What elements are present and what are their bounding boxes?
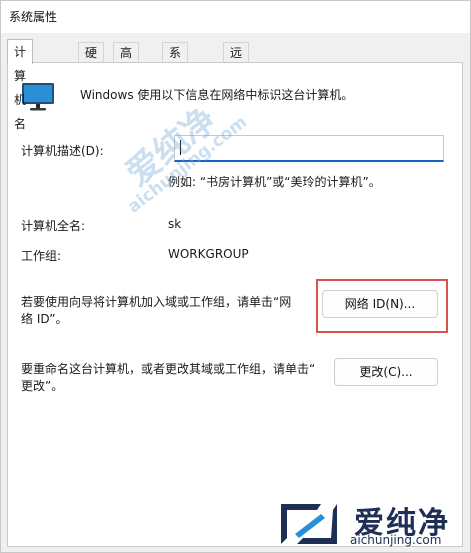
network-id-text-line2: 络 ID”。 bbox=[21, 312, 68, 326]
system-properties-window: 系统属性 计算机名 硬件 高级 系统保护 远程 Windows 使用以下信息在网… bbox=[0, 0, 471, 553]
full-name-label: 计算机全名: bbox=[21, 219, 86, 233]
tab-advanced[interactable]: 高级 bbox=[113, 42, 140, 80]
network-id-button[interactable]: 网络 ID(N)... bbox=[322, 290, 438, 318]
workgroup-label: 工作组: bbox=[21, 249, 62, 263]
network-id-text-line1: 若要使用向导将计算机加入域或工作组，请单击“网 bbox=[21, 295, 292, 309]
site-logo: 爱纯净 aichunjing.com bbox=[271, 498, 459, 550]
logo-url: aichunjing.com bbox=[350, 533, 442, 547]
tab-computer-name[interactable]: 计算机名 bbox=[7, 39, 34, 131]
full-name-value: sk bbox=[168, 217, 182, 231]
window-title: 系统属性 bbox=[9, 10, 58, 24]
workgroup-value: WORKGROUP bbox=[168, 247, 249, 261]
logo-icon bbox=[281, 504, 337, 544]
tab-hardware[interactable]: 硬件 bbox=[78, 42, 105, 80]
computer-monitor-icon bbox=[22, 83, 54, 111]
rename-text-line2: 更改”。 bbox=[21, 379, 64, 393]
change-button[interactable]: 更改(C)... bbox=[334, 358, 438, 386]
rename-text-line1: 要重命名这台计算机，或者更改其域或工作组，请单击“ bbox=[21, 362, 316, 376]
